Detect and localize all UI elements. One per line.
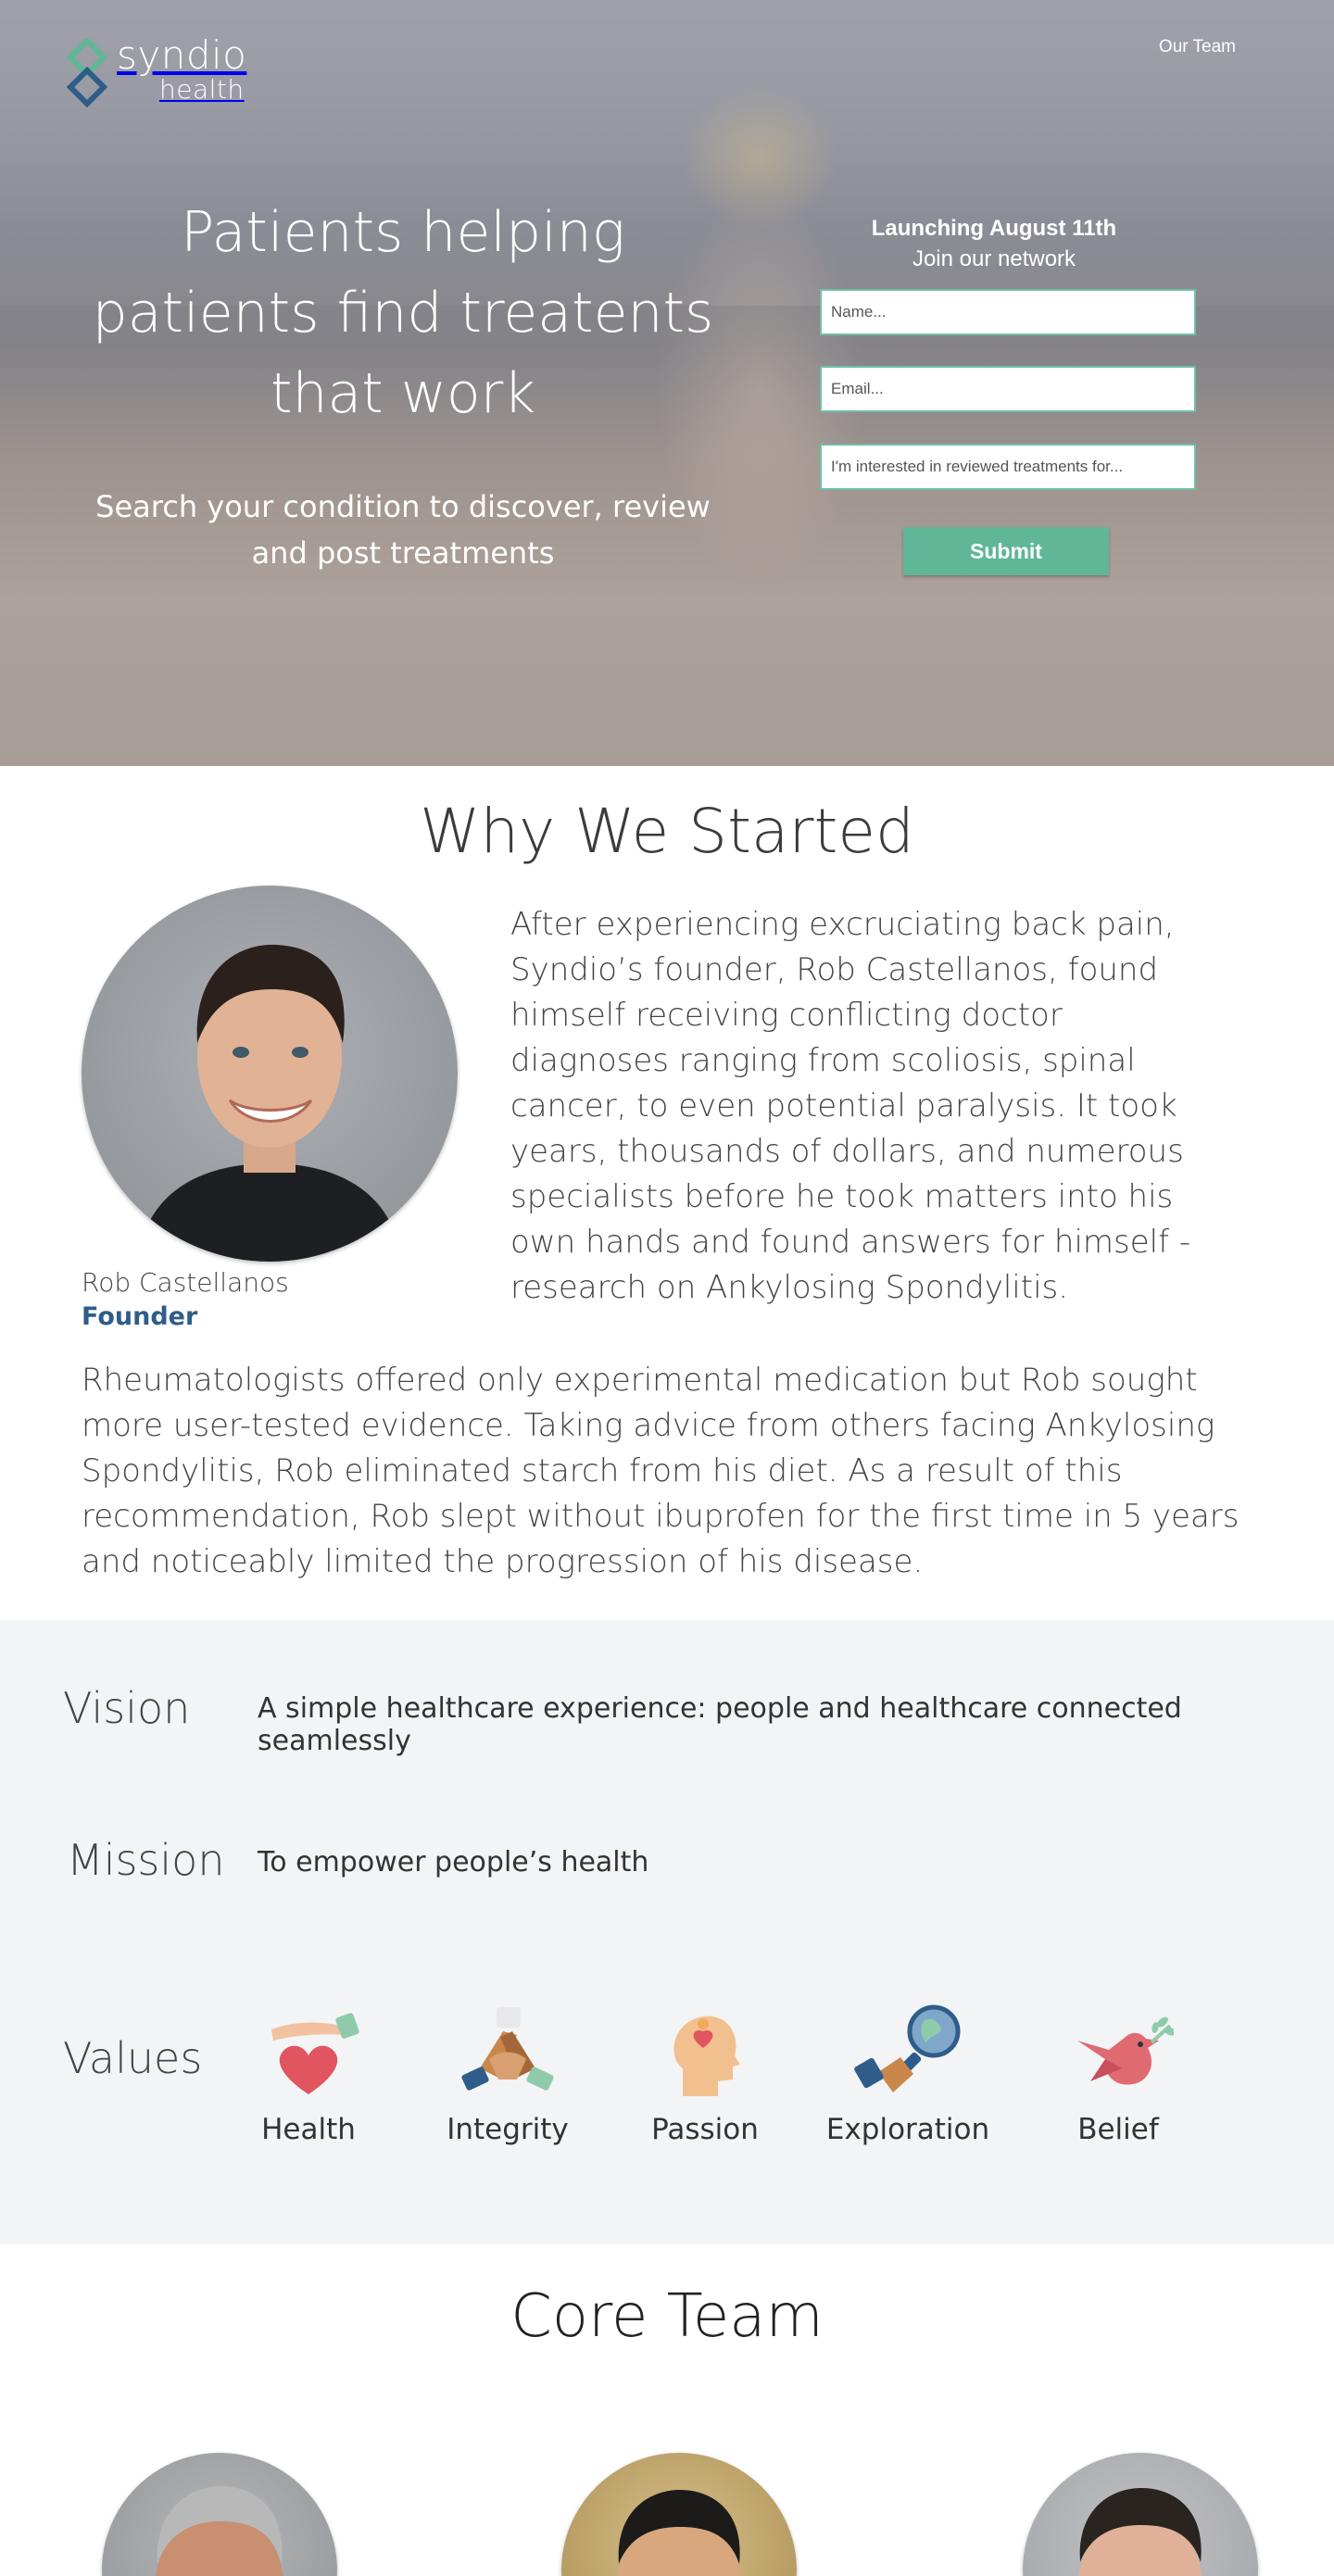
core-team-heading: Core Team: [510, 2282, 824, 2351]
logo-word-health: health: [159, 74, 245, 105]
hero-headline: Patients helping patients find treatents…: [92, 200, 714, 426]
value-passion-label: Passion: [651, 2113, 759, 2146]
syndio-health-logo[interactable]: syndio health: [63, 35, 246, 107]
founder-avatar-icon: [137, 944, 402, 1262]
value-health: Health: [225, 2004, 392, 2146]
value-integrity-label: Integrity: [447, 2113, 569, 2146]
heart-hand-icon: [271, 2013, 359, 2094]
team-avatar-icon: [1078, 2488, 1202, 2576]
team-member-photo: [1023, 2453, 1258, 2576]
value-integrity: Integrity: [424, 2004, 591, 2146]
nav-our-team-link[interactable]: Our Team: [1159, 37, 1236, 57]
vision-label: Vision: [63, 1683, 191, 1733]
values-label: Values: [63, 2033, 203, 2083]
hero-subheadline: Search your condition to discover, revie…: [95, 489, 711, 571]
value-belief-label: Belief: [1077, 2113, 1159, 2146]
name-input[interactable]: [820, 289, 1196, 335]
hero-section: syndio health Our Team Patients helping …: [0, 0, 1334, 766]
mission-text: To empower people’s health: [258, 1846, 649, 1879]
submit-button[interactable]: Submit: [903, 527, 1109, 575]
team-avatar-icon: [156, 2486, 283, 2576]
vision-text: A simple healthcare experience: people a…: [258, 1692, 1182, 1757]
value-health-label: Health: [261, 2113, 356, 2146]
value-exploration-label: Exploration: [825, 2113, 990, 2146]
vision-mission-values-section: Vision A simple healthcare experience: p…: [0, 1620, 1334, 2244]
mission-label: Mission: [67, 1835, 225, 1885]
founder-role: Founder: [82, 1302, 198, 1331]
syndio-logo-icon: [66, 39, 108, 107]
value-exploration: Exploration: [824, 2004, 991, 2146]
value-passion: Passion: [622, 2004, 788, 2146]
hands-together-icon: [461, 2007, 554, 2091]
head-heart-icon: [673, 2016, 740, 2096]
founder-name: Rob Castellanos: [82, 1267, 289, 1298]
magnifier-globe-icon: [854, 2004, 961, 2092]
why-paragraph-1: After experiencing excruciating back pai…: [510, 906, 1191, 1306]
logo-word-syndio: syndio: [117, 32, 247, 78]
why-we-started-heading: Why We Started: [420, 796, 914, 867]
logo-text: syndio health: [117, 35, 246, 104]
signup-form: Launching August 11th Join our network S…: [820, 213, 1196, 575]
team-member-photo: [561, 2453, 797, 2576]
founder-photo: [82, 886, 458, 1262]
value-belief: Belief: [1035, 2004, 1202, 2146]
team-avatar-icon: [617, 2490, 741, 2576]
dove-icon: [1077, 2017, 1174, 2085]
team-member-photo: [102, 2453, 337, 2576]
signup-title: Launching August 11th: [871, 216, 1117, 241]
interest-input[interactable]: [820, 444, 1196, 490]
why-paragraph-2: Rheumatologists offered only experimenta…: [82, 1362, 1240, 1580]
signup-subtitle: Join our network: [912, 246, 1076, 271]
email-input[interactable]: [820, 366, 1196, 412]
